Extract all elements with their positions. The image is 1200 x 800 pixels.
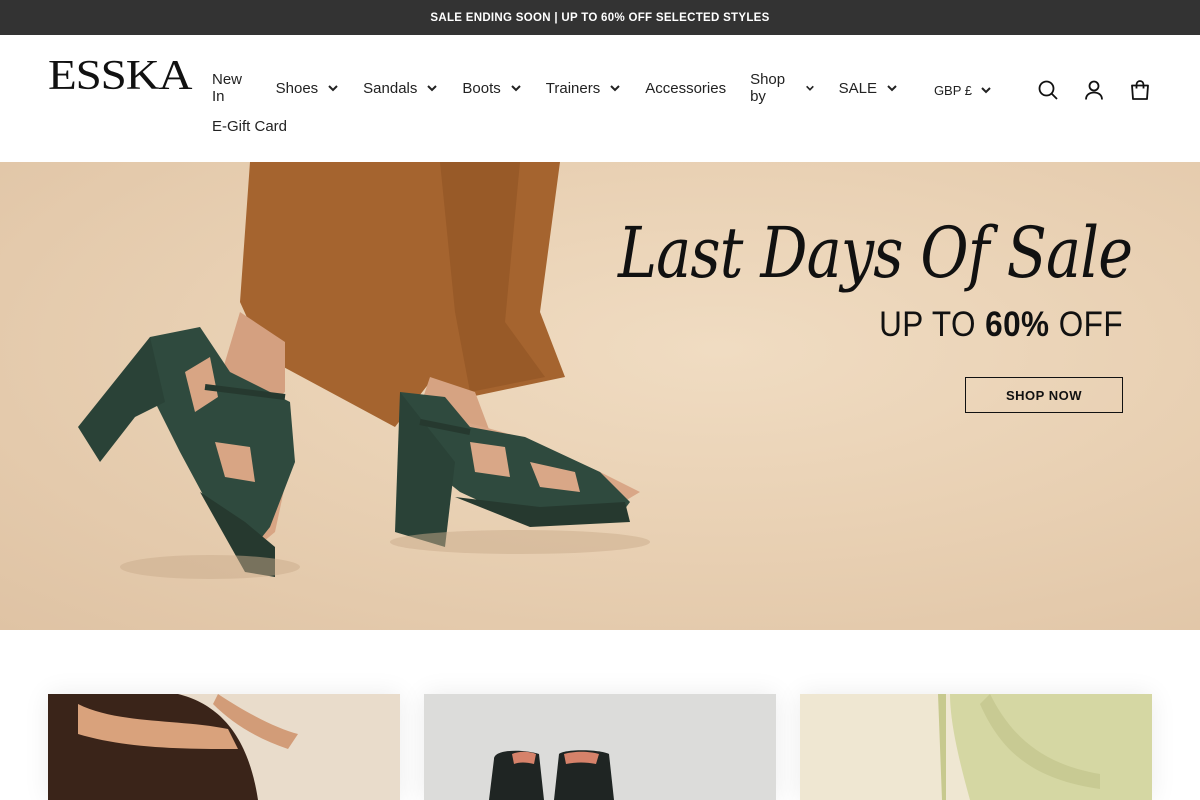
cart-icon — [1131, 80, 1149, 100]
nav-item-sale[interactable]: SALE — [827, 71, 910, 105]
nav-item-label: Shop by — [750, 71, 786, 105]
nav-item-sandals[interactable]: Sandals — [351, 71, 450, 105]
floor-shadow-right — [390, 530, 650, 554]
hero-subtitle-prefix: UP TO — [879, 305, 986, 344]
nav-item-shop-by[interactable]: Shop by — [738, 71, 827, 105]
chevron-down-icon — [887, 85, 897, 92]
nav-item-label: New In — [212, 71, 243, 105]
chevron-down-icon — [981, 87, 991, 94]
nav-item-label: Shoes — [275, 79, 319, 97]
left-shoe-heel — [78, 337, 165, 462]
right-shoe-cutout-1 — [470, 442, 510, 477]
hero-banner: Last Days Of Sale UP TO 60% OFF SHOP NOW — [0, 162, 1200, 630]
nav-item-label: Accessories — [645, 79, 727, 97]
nav-item-label: E-Gift Card — [212, 117, 288, 135]
category-cards — [0, 694, 1200, 800]
category-card-2[interactable] — [424, 694, 776, 800]
nav-item-label: Sandals — [363, 79, 418, 97]
account-icon — [1085, 80, 1103, 100]
category-card-3-image — [938, 694, 1152, 800]
announcement-text: SALE ENDING SOON | UP TO 60% OFF SELECTE… — [430, 11, 770, 24]
nav-row-2: E-Gift Card — [200, 109, 910, 143]
hero-title: Last Days Of Sale — [617, 212, 1133, 294]
cart-button[interactable] — [1128, 78, 1152, 102]
account-button[interactable] — [1082, 78, 1106, 102]
category-card-1-image — [48, 694, 298, 800]
chevron-down-icon — [610, 85, 620, 92]
hero-subtitle: UP TO 60% OFF — [879, 305, 1123, 345]
nav-item-new-in[interactable]: New In — [200, 71, 264, 105]
chevron-down-icon — [427, 85, 438, 92]
nav-item-boots[interactable]: Boots — [450, 71, 533, 105]
nav-item-label: SALE — [838, 79, 877, 97]
nav-item-label: Trainers — [545, 79, 601, 97]
shop-now-label: SHOP NOW — [1006, 387, 1082, 403]
hero-subtitle-suffix: OFF — [1049, 305, 1123, 344]
search-button[interactable] — [1036, 78, 1060, 102]
nav-item-e-gift-card[interactable]: E-Gift Card — [200, 109, 299, 143]
hero-subtitle-discount: 60% — [985, 305, 1050, 344]
chevron-down-icon — [805, 85, 814, 91]
shop-now-button[interactable]: SHOP NOW — [965, 377, 1123, 413]
category-card-1[interactable] — [48, 694, 400, 800]
currency-label: GBP £ — [933, 82, 972, 98]
chevron-down-icon — [328, 85, 338, 92]
header-actions: GBP £ — [934, 75, 1152, 105]
category-card-3[interactable] — [800, 694, 1152, 800]
nav-row-1: New In Shoes Sandals Boots Trainers Acce… — [200, 71, 910, 105]
nav-item-accessories[interactable]: Accessories — [633, 71, 738, 105]
search-icon — [1038, 80, 1058, 100]
floor-shadow-left — [120, 555, 300, 579]
announcement-bar: SALE ENDING SOON | UP TO 60% OFF SELECTE… — [0, 0, 1200, 35]
logo[interactable]: ESSKA — [48, 55, 193, 97]
nav-item-trainers[interactable]: Trainers — [534, 71, 633, 105]
nav-item-shoes[interactable]: Shoes — [264, 71, 352, 105]
currency-selector[interactable]: GBP £ — [934, 83, 992, 98]
site-header: ESSKA New In Shoes Sandals Boots Trainer… — [0, 35, 1200, 162]
nav-item-label: Boots — [462, 79, 501, 97]
category-card-2-image — [489, 750, 614, 800]
chevron-down-icon — [511, 85, 521, 92]
main-nav: New In Shoes Sandals Boots Trainers Acce… — [200, 71, 910, 143]
